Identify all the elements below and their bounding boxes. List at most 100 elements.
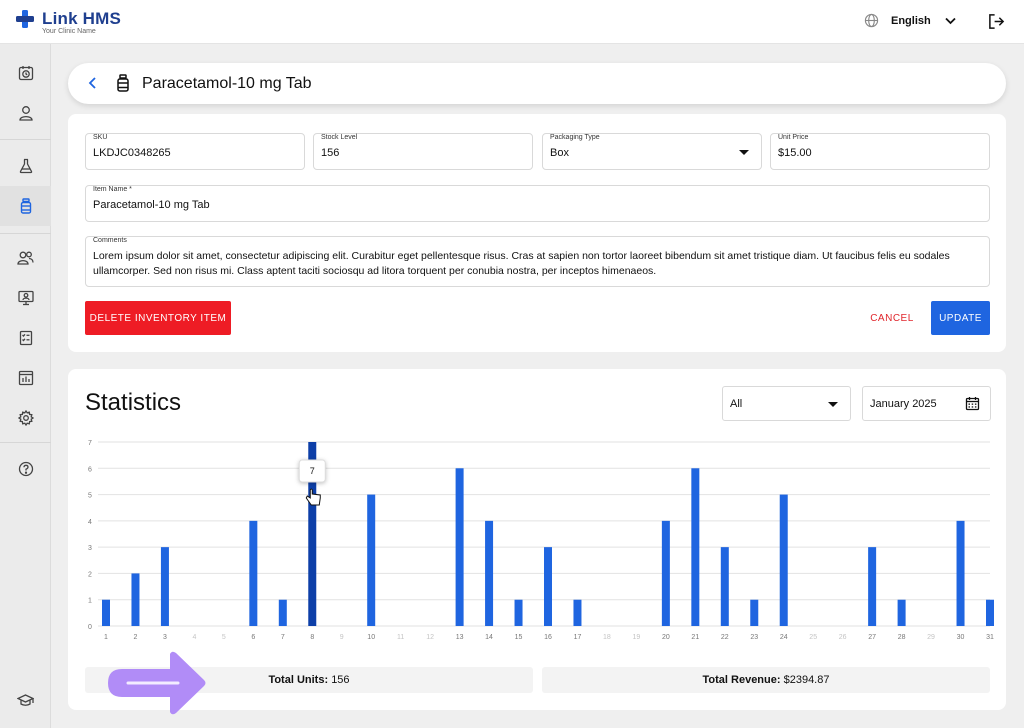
x-tick-label: 9 <box>340 634 344 641</box>
item-name-field[interactable]: Item Name * Paracetamol-10 mg Tab <box>85 185 990 222</box>
sku-value: LKDJC0348265 <box>93 147 171 159</box>
x-tick-label: 25 <box>809 634 817 641</box>
packaging-type-label: Packaging Type <box>550 134 600 141</box>
comments-field[interactable]: Comments Lorem ipsum dolor sit amet, con… <box>85 236 990 287</box>
month-picker-value: January 2025 <box>870 398 937 410</box>
x-tick-label: 11 <box>397 634 404 641</box>
bar[interactable] <box>514 599 523 626</box>
month-picker[interactable]: January 2025 <box>862 386 991 421</box>
unit-price-field[interactable]: Unit Price $15.00 <box>770 133 990 170</box>
x-tick-label: 16 <box>544 634 552 641</box>
packaging-type-select[interactable]: Packaging Type Box <box>542 133 762 170</box>
bar[interactable] <box>102 599 110 626</box>
daily-units-bar-chart: 012345671 2 3 4 5 6 7 8 9 10 11 12 13 14 15 16 17 18 19 20 2… <box>88 440 994 641</box>
x-tick-label: 21 <box>691 634 699 641</box>
x-tick-label: 20 <box>662 634 670 641</box>
comments-value: Lorem ipsum dolor sit amet, consectetur … <box>93 250 950 277</box>
x-tick-label: 12 <box>426 634 434 641</box>
bar[interactable] <box>485 520 494 626</box>
comments-label: Comments <box>93 237 127 244</box>
category-filter-select[interactable]: All <box>722 386 851 421</box>
sidebar-item-help[interactable] <box>0 449 51 489</box>
sidebar-item-reports[interactable] <box>0 358 51 398</box>
x-tick-label: 22 <box>721 634 729 641</box>
bar[interactable] <box>956 520 965 626</box>
item-name-value: Paracetamol-10 mg Tab <box>93 199 210 211</box>
x-tick-label: 27 <box>868 634 876 641</box>
bar[interactable] <box>897 599 906 626</box>
bar[interactable] <box>131 573 140 626</box>
x-tick-label: 17 <box>574 634 582 641</box>
x-tick-label: 1 <box>104 634 108 641</box>
bar[interactable] <box>691 468 700 626</box>
language-selector[interactable]: English <box>864 13 956 28</box>
users-icon <box>17 251 34 265</box>
cancel-button[interactable]: CANCEL <box>862 301 922 335</box>
bar[interactable] <box>779 494 788 626</box>
y-tick-label: 6 <box>88 466 92 473</box>
bar[interactable] <box>868 547 877 626</box>
item-header: Paracetamol-10 mg Tab <box>68 63 1006 104</box>
y-tick-label: 3 <box>88 545 92 552</box>
bar[interactable] <box>278 599 287 626</box>
sidebar-item-patients[interactable] <box>0 93 51 133</box>
x-tick-label: 15 <box>515 634 523 641</box>
bar[interactable] <box>573 599 582 626</box>
statistics-panel: Statistics All January 2025 012345671234… <box>68 369 1006 710</box>
sidebar-item-inventory[interactable] <box>0 186 51 226</box>
bar[interactable] <box>544 547 552 626</box>
y-tick-label: 1 <box>88 598 92 605</box>
app-name: Link HMS <box>42 9 122 28</box>
language-label: English <box>891 14 931 27</box>
logout-icon[interactable] <box>988 13 1005 30</box>
y-tick-label: 7 <box>88 440 92 447</box>
x-tick-label: 19 <box>633 634 641 641</box>
annotation-arrow <box>108 651 206 715</box>
dropdown-arrow-icon <box>739 150 749 155</box>
statistics-title: Statistics <box>85 389 182 416</box>
sidebar-item-telemedicine[interactable] <box>0 278 51 318</box>
sidebar-item-appointments[interactable] <box>0 53 51 93</box>
bar[interactable] <box>160 547 169 626</box>
total-revenue-label: Total Revenue: <box>702 674 781 686</box>
gear-icon <box>17 410 34 426</box>
total-revenue-value: $2394.87 <box>783 674 830 686</box>
sidebar-item-training[interactable] <box>0 680 51 720</box>
y-tick-label: 0 <box>88 624 92 631</box>
bar[interactable] <box>455 468 464 626</box>
chart-report-icon <box>18 370 33 386</box>
x-tick-label: 29 <box>927 634 935 641</box>
sidebar-item-records[interactable] <box>0 318 51 358</box>
chevron-down-icon <box>945 17 956 24</box>
bar[interactable] <box>249 520 258 626</box>
x-tick-label: 14 <box>485 634 493 641</box>
y-tick-label: 4 <box>88 519 92 526</box>
x-tick-label: 31 <box>986 634 994 641</box>
update-button[interactable]: UPDATE <box>931 301 990 335</box>
bar[interactable] <box>661 520 670 626</box>
item-name-label: Item Name * <box>93 186 132 193</box>
delete-inventory-item-button[interactable]: DELETE INVENTORY ITEM <box>85 301 231 335</box>
monitor-user-icon <box>17 290 34 306</box>
x-tick-label: 6 <box>251 634 255 641</box>
dropdown-arrow-icon <box>828 402 838 407</box>
sidebar-item-staff[interactable] <box>0 238 51 278</box>
sidebar-item-lab[interactable] <box>0 146 51 186</box>
x-tick-label: 26 <box>839 634 847 641</box>
stock-level-field[interactable]: Stock Level 156 <box>313 133 533 170</box>
back-arrow-icon[interactable] <box>88 76 98 90</box>
top-bar: Link HMS Your Clinic Name English <box>0 0 1024 44</box>
sku-field[interactable]: SKU LKDJC0348265 <box>85 133 305 170</box>
bar[interactable] <box>986 599 994 626</box>
total-units-value: 156 <box>331 674 350 686</box>
stock-level-label: Stock Level <box>321 134 358 141</box>
bar[interactable] <box>720 547 729 626</box>
sidebar-item-settings[interactable] <box>0 398 51 438</box>
bar[interactable] <box>750 599 759 626</box>
x-tick-label: 13 <box>456 634 464 641</box>
app-logo[interactable]: Link HMS Your Clinic Name <box>16 10 121 35</box>
help-icon <box>18 461 33 477</box>
sku-label: SKU <box>93 134 108 141</box>
x-tick-label: 18 <box>603 634 611 641</box>
bar[interactable] <box>367 494 376 626</box>
